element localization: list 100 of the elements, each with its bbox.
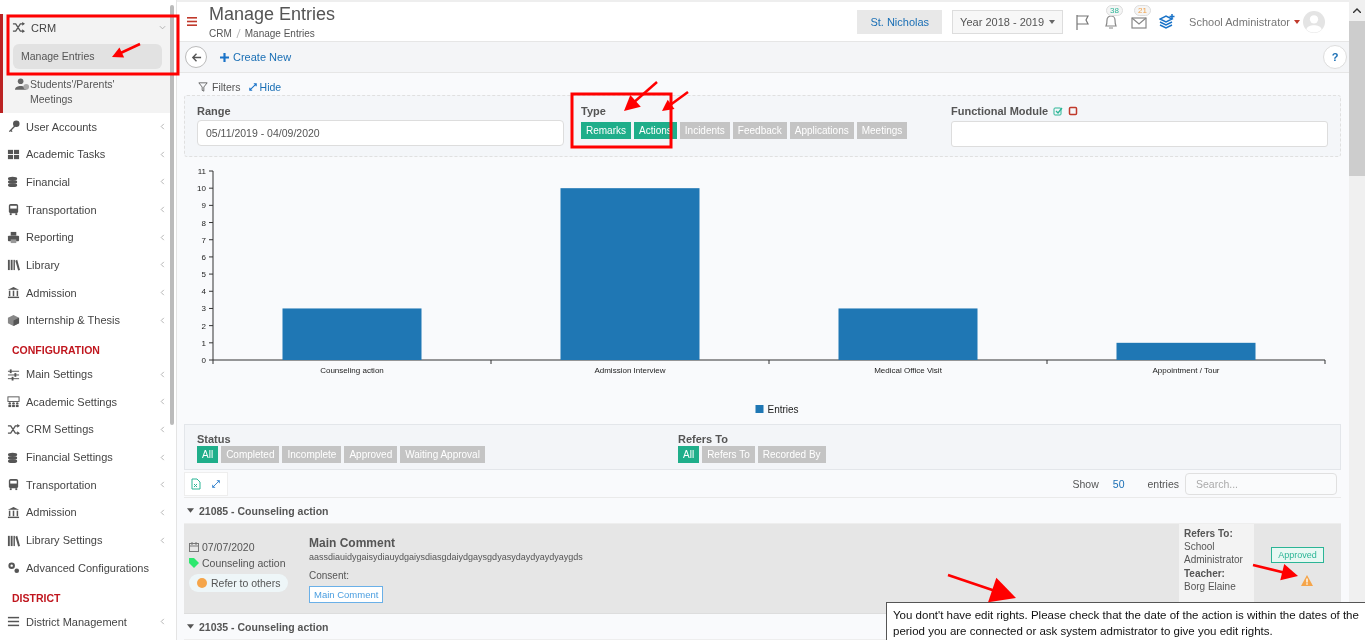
bus-icon bbox=[7, 478, 20, 492]
y-tick-label: 9 bbox=[201, 201, 206, 211]
y-tick-label: 1 bbox=[201, 338, 206, 348]
y-tick-label: 4 bbox=[201, 287, 206, 297]
chevron-icon bbox=[159, 150, 166, 158]
sidebar-item[interactable]: Advanced Configurations bbox=[0, 554, 170, 582]
chevron-icon bbox=[159, 481, 166, 489]
sidebar-item[interactable]: Library bbox=[0, 251, 170, 279]
school-button[interactable]: St. Nicholas bbox=[857, 9, 943, 34]
sidebar-item[interactable]: Main Settings bbox=[0, 360, 170, 388]
chevron-icon bbox=[159, 24, 166, 32]
shuffle-icon bbox=[7, 422, 20, 436]
coins-icon bbox=[7, 175, 20, 189]
gears-icon bbox=[7, 561, 20, 575]
y-tick-label: 2 bbox=[201, 321, 206, 331]
scrollbar[interactable] bbox=[170, 5, 174, 425]
chevron-icon bbox=[159, 453, 166, 461]
sidebar-item[interactable]: District Management bbox=[0, 607, 170, 636]
sidebar-item[interactable]: Academic Settings bbox=[0, 387, 170, 416]
sidebar-item-label: CRM bbox=[31, 21, 58, 34]
y-tick-label: 11 bbox=[197, 167, 206, 176]
deselect-all-icon[interactable] bbox=[1068, 106, 1079, 116]
menu-icon[interactable] bbox=[187, 17, 197, 27]
sidebar-item[interactable]: Transportation bbox=[0, 470, 170, 499]
sidebar-item-label: Admission bbox=[26, 506, 78, 519]
page-size-select[interactable]: 50 bbox=[1112, 477, 1125, 490]
chevron-icon bbox=[159, 536, 166, 544]
sidebar-item[interactable]: Admission bbox=[0, 498, 170, 527]
status-label: Status bbox=[197, 433, 232, 445]
warning-icon[interactable] bbox=[1300, 575, 1313, 586]
grid-icon bbox=[7, 147, 20, 161]
y-tick-label: 3 bbox=[201, 304, 206, 314]
hide-link[interactable]: Hide bbox=[244, 81, 282, 93]
sidebar-item[interactable]: CRM Settings bbox=[0, 415, 170, 444]
sidebar-item[interactable]: Internship & Thesis bbox=[0, 306, 170, 335]
key-icon bbox=[7, 120, 20, 134]
annotation-arrow bbox=[1252, 563, 1298, 581]
back-button[interactable] bbox=[185, 46, 207, 69]
entries-label: entries bbox=[1147, 477, 1179, 490]
flag-icon[interactable] bbox=[1075, 13, 1092, 30]
chevron-icon bbox=[159, 370, 166, 378]
caret-icon bbox=[1049, 19, 1056, 24]
create-new-button[interactable]: Create New bbox=[220, 51, 292, 64]
module-field[interactable] bbox=[951, 121, 1328, 147]
scrollbar-thumb[interactable] bbox=[1349, 21, 1365, 176]
sidebar-subitem[interactable]: Students'/Parents' Meetings bbox=[0, 70, 170, 113]
annotation-arrow bbox=[624, 81, 658, 111]
sliders-icon bbox=[7, 367, 20, 381]
y-tick-label: 10 bbox=[197, 184, 206, 194]
bell-icon[interactable] bbox=[1103, 13, 1120, 30]
sidebar-subitem[interactable]: Manage Entries bbox=[0, 41, 170, 71]
sidebar-item[interactable]: User Accounts bbox=[0, 112, 170, 141]
comment-title: Main Comment bbox=[309, 536, 396, 550]
x-tick-label: Counseling action bbox=[320, 366, 384, 375]
bank-icon bbox=[7, 286, 20, 300]
user-menu[interactable]: School Administrator bbox=[1189, 15, 1300, 28]
sidebar-item[interactable]: Admission bbox=[0, 278, 170, 307]
chevron-icon bbox=[159, 123, 166, 131]
sidebar-item[interactable]: CRM bbox=[0, 14, 170, 42]
comment-text: aassdiauidygaisydiauydgaiysdiasgdaiydgaysgdyasydaydyaydyaygds bbox=[309, 552, 584, 562]
sidebar-item[interactable]: Transportation bbox=[0, 195, 170, 224]
date-range-field[interactable]: 05/11/2019 - 04/09/2020 bbox=[197, 120, 564, 146]
sidebar-item-label: Internship & Thesis bbox=[26, 314, 121, 327]
sidebar-item[interactable]: Financial Settings bbox=[0, 443, 170, 471]
help-button[interactable]: ? bbox=[1323, 45, 1347, 70]
year-dropdown[interactable]: Year 2018 - 2019 bbox=[952, 9, 1064, 34]
status-dot bbox=[197, 578, 207, 588]
sidebar-item[interactable]: Library Settings bbox=[0, 526, 170, 554]
sidebar-item-label: Financial Settings bbox=[26, 451, 114, 464]
annotation-arrow bbox=[112, 42, 141, 58]
spreadsheet-icon[interactable] bbox=[191, 477, 201, 490]
people-icon bbox=[7, 395, 20, 409]
sidebar-item-label: Academic Settings bbox=[26, 395, 119, 408]
sidebar-item[interactable]: Reporting bbox=[0, 223, 170, 252]
select-all-icon[interactable] bbox=[1053, 106, 1064, 116]
x-tick-label: Admission Interview bbox=[594, 366, 666, 375]
calendar-icon bbox=[189, 542, 199, 552]
sidebar-item-label: Admission bbox=[26, 286, 78, 299]
chevron-icon bbox=[159, 425, 166, 433]
search-field[interactable]: Search... bbox=[1185, 472, 1337, 495]
chevron-icon bbox=[159, 233, 166, 241]
expand-icon[interactable] bbox=[211, 477, 221, 490]
sidebar-item-label: Advanced Configurations bbox=[26, 561, 150, 574]
breadcrumb-item[interactable]: CRM bbox=[209, 28, 232, 40]
chevron-up-icon[interactable] bbox=[1353, 8, 1361, 13]
sidebar-item[interactable]: Academic Tasks bbox=[0, 140, 170, 169]
layers-plus-icon[interactable] bbox=[1159, 13, 1176, 30]
chevron-icon bbox=[159, 178, 166, 186]
functional-module-label: Functional Module bbox=[951, 105, 1049, 117]
sidebar-item-label: District Management bbox=[26, 615, 128, 628]
list-icon bbox=[7, 615, 20, 629]
range-label: Range bbox=[197, 105, 232, 117]
y-tick-label: 7 bbox=[201, 235, 206, 245]
refers-to-label: Refers To bbox=[678, 433, 729, 445]
shuffle-icon bbox=[12, 21, 25, 35]
entry-type: Counseling action bbox=[202, 557, 286, 569]
sidebar-item[interactable]: Financial bbox=[0, 168, 170, 196]
sidebar-item-label: Financial bbox=[26, 175, 72, 188]
approval-badge: Approved bbox=[1271, 547, 1324, 563]
y-tick-label: 5 bbox=[201, 270, 206, 280]
